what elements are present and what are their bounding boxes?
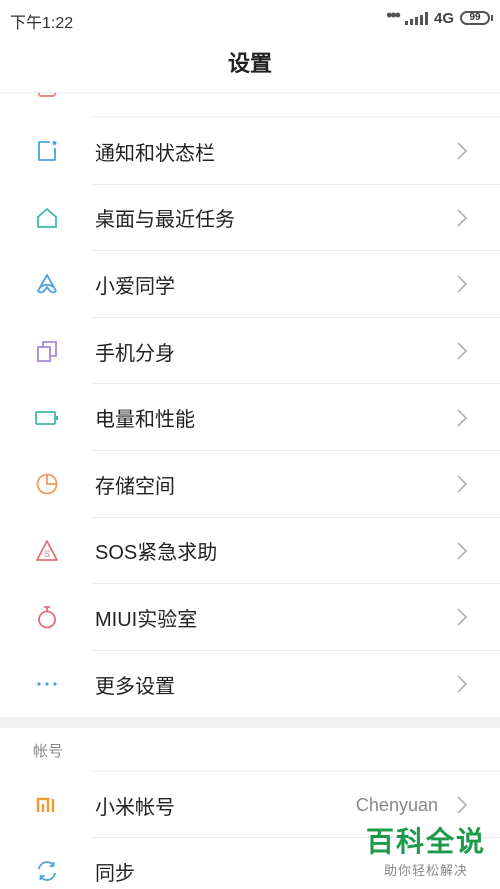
settings-item-notifications[interactable]: 通知和状态栏 [0, 118, 500, 185]
mi-logo-icon [36, 797, 55, 812]
settings-item-second-space[interactable]: 手机分身 [0, 318, 500, 385]
status-indicators: ••• 4G 99 [386, 5, 493, 28]
watermark: 百科全说 助你轻松解决 [366, 826, 486, 879]
partially-hidden-row[interactable] [0, 93, 500, 117]
chevron-right-icon [457, 409, 468, 427]
status-time: 下午1:22 [10, 15, 74, 32]
settings-item-sos[interactable]: S SOS紧急求助 [0, 518, 500, 585]
settings-item-miui-lab[interactable]: MIUI实验室 [0, 584, 500, 651]
page-title: 设置 [227, 51, 272, 76]
notification-dots-icon: ••• [386, 5, 401, 25]
settings-item-label: MIUI实验室 [95, 608, 198, 631]
settings-item-label: 同步 [95, 862, 135, 885]
battery-level: 99 [469, 12, 481, 23]
watermark-title: 百科全说 [365, 826, 486, 857]
chevron-right-icon [457, 542, 468, 560]
assistant-icon [37, 274, 57, 294]
chevron-right-icon [457, 342, 468, 360]
settings-item-label: 手机分身 [95, 342, 175, 365]
second-space-icon [37, 341, 57, 362]
settings-list: 通知和状态栏 桌面与最近任务 小爱同学 手机分身 电量和性能 存储空间 S SO… [0, 118, 500, 717]
watermark-subtitle: 助你轻松解决 [383, 863, 468, 878]
battery-icon: 99 [460, 11, 493, 25]
lab-icon [38, 606, 56, 629]
settings-item-label: 小爱同学 [95, 275, 175, 298]
sync-icon [38, 861, 56, 881]
signal-strength-icon [404, 11, 428, 25]
svg-text:S: S [44, 549, 50, 559]
settings-item-label: 更多设置 [95, 675, 175, 698]
settings-item-storage[interactable]: 存储空间 [0, 451, 500, 518]
chevron-right-icon [457, 475, 468, 493]
chevron-right-icon [457, 142, 468, 160]
settings-item-label: 存储空间 [95, 475, 175, 498]
title-bar: 设置 [0, 36, 500, 92]
section-header-account: 帐号 [33, 743, 64, 760]
settings-item-more[interactable]: 更多设置 [0, 651, 500, 718]
divider [92, 116, 500, 117]
status-bar: 下午1:22 ••• 4G 99 [0, 0, 500, 36]
settings-item-battery[interactable]: 电量和性能 [0, 384, 500, 451]
chevron-right-icon [457, 796, 468, 814]
network-type: 4G [433, 9, 454, 27]
sos-icon: S [36, 539, 58, 561]
chevron-right-icon [457, 209, 468, 227]
more-icon [37, 682, 57, 686]
settings-item-xiaoai[interactable]: 小爱同学 [0, 251, 500, 318]
battery-icon [35, 410, 58, 425]
chevron-right-icon [457, 275, 468, 294]
chevron-right-icon [457, 675, 468, 693]
settings-item-label: 桌面与最近任务 [95, 209, 235, 232]
chevron-right-icon [457, 608, 468, 627]
partial-icon [38, 93, 56, 97]
settings-item-label: SOS紧急求助 [95, 542, 218, 565]
settings-item-label: 通知和状态栏 [95, 142, 215, 165]
account-name: Chenyuan [355, 794, 438, 815]
home-icon [37, 207, 57, 228]
settings-item-label: 小米帐号 [95, 796, 175, 819]
settings-item-label: 电量和性能 [95, 409, 195, 432]
settings-item-home-screen[interactable]: 桌面与最近任务 [0, 185, 500, 252]
notification-icon [38, 141, 57, 162]
section-separator [0, 717, 500, 728]
storage-icon [36, 473, 58, 495]
